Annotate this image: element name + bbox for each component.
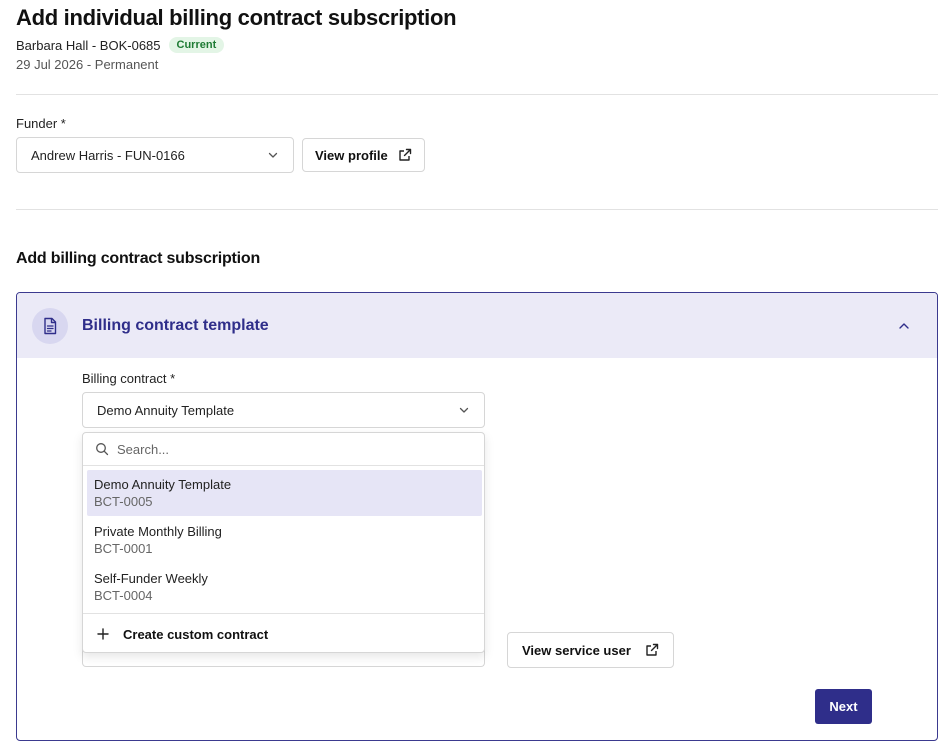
option-code: BCT-0004 [94, 588, 153, 603]
dropdown-search [83, 433, 484, 466]
list-item[interactable]: Private Monthly Billing BCT-0001 [87, 517, 482, 563]
search-input[interactable] [117, 441, 457, 457]
billing-contract-select-value: Demo Annuity Template [97, 402, 235, 418]
billing-contract-select[interactable]: Demo Annuity Template [82, 392, 485, 428]
divider [16, 94, 938, 95]
view-profile-button[interactable]: View profile [302, 138, 425, 172]
search-icon [96, 443, 109, 456]
funder-select[interactable]: Andrew Harris - FUN-0166 [16, 137, 294, 173]
create-custom-contract-button[interactable]: Create custom contract [83, 613, 484, 654]
external-link-icon [646, 643, 659, 656]
document-icon [32, 308, 68, 344]
billing-contract-dropdown: Demo Annuity Template BCT-0005 Private M… [82, 432, 485, 653]
funder-select-value: Andrew Harris - FUN-0166 [31, 147, 185, 163]
booking-subline: Barbara Hall - BOK-0685 Current [16, 37, 225, 53]
option-code: BCT-0001 [94, 541, 153, 556]
option-code: BCT-0005 [94, 494, 153, 509]
billing-contract-label: Billing contract * [82, 371, 176, 386]
create-custom-label: Create custom contract [123, 626, 269, 642]
plus-icon [97, 628, 109, 640]
divider [16, 209, 938, 210]
option-name: Private Monthly Billing [94, 524, 222, 539]
list-item[interactable]: Demo Annuity Template BCT-0005 [87, 470, 482, 516]
chevron-up-icon[interactable] [897, 319, 911, 333]
page-title: Add individual billing contract subscrip… [16, 5, 457, 30]
external-link-icon [399, 148, 411, 161]
view-service-user-button[interactable]: View service user [507, 632, 674, 668]
next-button[interactable]: Next [815, 689, 872, 724]
date-range: 29 Jul 2026 - Permanent [16, 57, 159, 72]
list-item[interactable]: Self-Funder Weekly BCT-0004 [87, 564, 482, 610]
card-title: Billing contract template [82, 317, 269, 334]
status-badge: Current [168, 37, 225, 53]
card-header[interactable]: Billing contract template [17, 293, 937, 358]
chevron-down-icon [268, 152, 278, 158]
funder-label: Funder * [16, 116, 66, 131]
section-title: Add billing contract subscription [16, 250, 261, 267]
view-service-user-label: View service user [522, 642, 631, 658]
option-name: Demo Annuity Template [94, 477, 232, 492]
view-profile-label: View profile [315, 147, 388, 163]
option-name: Self-Funder Weekly [94, 571, 208, 586]
booking-reference: Barbara Hall - BOK-0685 [16, 37, 161, 53]
chevron-down-icon [459, 407, 469, 413]
